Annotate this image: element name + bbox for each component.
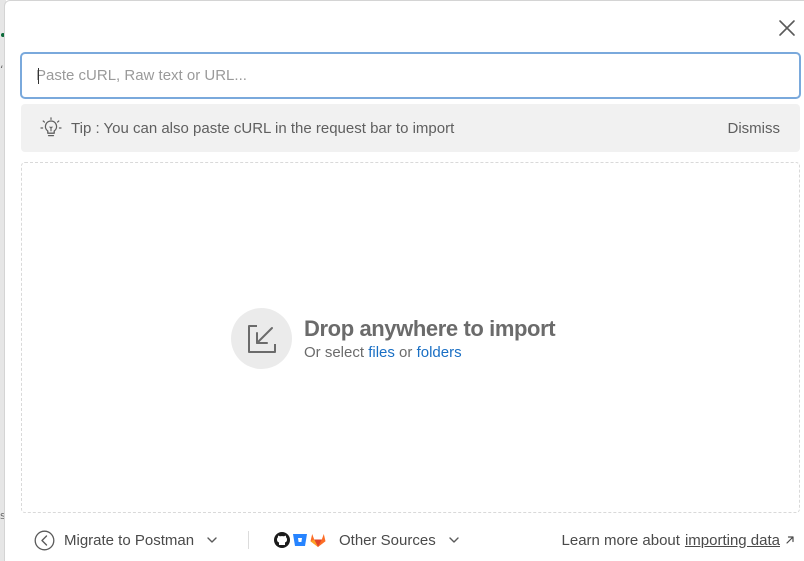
learn-more: Learn more about importing data — [562, 523, 795, 557]
drop-sub-or: or — [399, 344, 413, 361]
select-folders-link[interactable]: folders — [417, 344, 462, 361]
drop-title: Drop anywhere to import — [304, 316, 556, 341]
close-button[interactable] — [776, 17, 798, 39]
chevron-down-icon — [207, 537, 217, 543]
select-files-link[interactable]: files — [368, 344, 395, 361]
tip-banner: Tip : You can also paste cURL in the req… — [21, 104, 800, 152]
import-icon-circle — [231, 308, 292, 369]
migrate-label: Migrate to Postman — [64, 531, 195, 549]
drop-zone-content: Drop anywhere to import Or select files … — [231, 308, 556, 369]
close-icon — [779, 20, 795, 36]
bitbucket-icon — [293, 534, 307, 546]
source-icons — [273, 531, 327, 549]
drop-zone[interactable]: Drop anywhere to import Or select files … — [21, 162, 800, 513]
dismiss-button[interactable]: Dismiss — [728, 120, 781, 137]
learn-more-prefix: Learn more about — [561, 531, 680, 549]
import-dialog: Tip : You can also paste cURL in the req… — [4, 0, 804, 561]
chevron-down-icon — [449, 537, 459, 543]
dialog-footer: Migrate to Postman Other Sources Learn m… — [5, 523, 804, 557]
footer-divider — [248, 531, 249, 549]
importing-data-link[interactable]: importing data — [685, 532, 780, 549]
other-sources-label: Other Sources — [339, 531, 436, 549]
drop-subtitle: Or select files or folders — [304, 344, 555, 361]
lightbulb-icon — [40, 117, 62, 137]
external-link-icon — [786, 536, 794, 544]
other-sources-dropdown[interactable]: Other Sources — [273, 523, 460, 557]
migrate-dropdown[interactable]: Migrate to Postman — [34, 523, 218, 557]
background-glyph: ʻ — [0, 63, 4, 76]
gitlab-icon — [310, 534, 326, 547]
text-caret — [38, 68, 39, 84]
import-search-input[interactable] — [22, 54, 799, 97]
drop-text-block: Drop anywhere to import Or select files … — [304, 316, 556, 361]
github-icon — [274, 532, 290, 548]
import-search-field[interactable] — [20, 52, 801, 99]
back-arrow-circle-icon — [34, 530, 55, 550]
tip-text: Tip : You can also paste cURL in the req… — [71, 119, 455, 137]
import-arrow-icon — [247, 324, 276, 353]
drop-sub-prefix: Or select — [304, 344, 365, 361]
